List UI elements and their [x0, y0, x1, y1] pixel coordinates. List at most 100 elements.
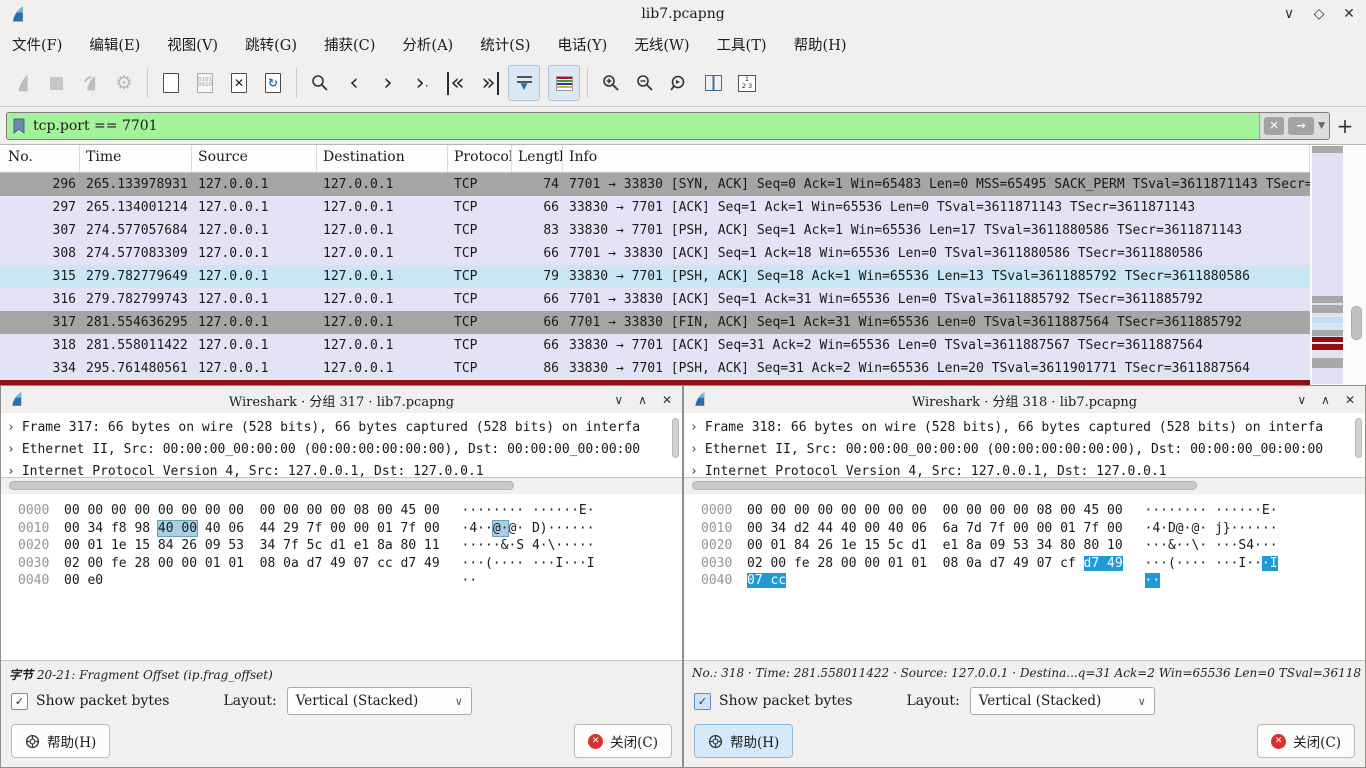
packet-row[interactable]: 297265.134001214127.0.0.1127.0.0.1TCP663… [0, 196, 1310, 219]
packet-cell[interactable]: 127.0.0.1 [192, 219, 317, 242]
packet-list-scroll-thumb[interactable] [1351, 306, 1362, 340]
hex-ascii[interactable]: ·····&·S 4·\····· [462, 538, 595, 553]
packet-cell[interactable]: 66 [512, 288, 563, 311]
packet-cell[interactable]: TCP [448, 196, 512, 219]
packet-cell[interactable]: 127.0.0.1 [317, 242, 448, 265]
packet-row[interactable]: 308274.577083309127.0.0.1127.0.0.1TCP667… [0, 242, 1310, 265]
packet-cell[interactable]: 7701 → 33830 [FIN, ACK] Seq=1 Ack=31 Win… [563, 311, 1310, 334]
packet-cell[interactable]: 127.0.0.1 [192, 357, 317, 380]
packet-cell[interactable]: TCP [448, 173, 512, 196]
menu-analyze[interactable]: 分析(A) [402, 34, 453, 55]
packet-row[interactable]: 307274.577057684127.0.0.1127.0.0.1TCP833… [0, 219, 1310, 242]
packet-row[interactable]: 318281.558011422127.0.0.1127.0.0.1TCP663… [0, 334, 1310, 357]
hex-ascii[interactable]: ·4·D@·@· j}······ [1145, 521, 1278, 536]
packet-row[interactable]: 315279.782779649127.0.0.1127.0.0.1TCP793… [0, 265, 1310, 288]
packet-cell[interactable]: TCP [448, 311, 512, 334]
filter-add-button[interactable]: + [1330, 114, 1360, 138]
packet-cell[interactable]: 66 [512, 196, 563, 219]
hex-bytes[interactable]: 00 e0 [64, 572, 448, 590]
packet-cell[interactable]: 7701 → 33830 [SYN, ACK] Seq=0 Ack=1 Win=… [563, 173, 1310, 196]
hex-line[interactable]: 002000 01 84 26 1e 15 5c d1 e1 8a 09 53 … [701, 537, 1365, 555]
hex-bytes[interactable]: 00 00 00 00 00 00 00 00 00 00 00 00 08 0… [64, 502, 448, 520]
tree-item-ip[interactable]: ›Internet Protocol Version 4, Src: 127.0… [690, 461, 1365, 478]
restart-capture-button[interactable] [74, 65, 106, 101]
packet-cell[interactable]: 127.0.0.1 [192, 334, 317, 357]
expander-icon[interactable]: › [690, 420, 698, 435]
packet-cell[interactable]: 127.0.0.1 [192, 196, 317, 219]
filter-dropdown-icon[interactable]: ▼ [1318, 121, 1325, 131]
tree-scroll-thumb[interactable] [672, 418, 679, 458]
packet-cell[interactable]: 66 [512, 242, 563, 265]
tree-scroll-thumb[interactable] [1355, 418, 1362, 458]
packet-cell[interactable]: TCP [448, 334, 512, 357]
hscroll-thumb[interactable] [9, 481, 514, 490]
hex-line[interactable]: 001000 34 d2 44 40 00 40 06 6a 7d 7f 00 … [701, 520, 1365, 538]
hex-ascii[interactable]: ···(···· ···I···I [462, 556, 595, 571]
zoom-out-button[interactable] [629, 65, 661, 101]
expander-icon[interactable]: › [690, 464, 698, 478]
help-button[interactable]: 帮助(H) [11, 724, 110, 758]
packet-cell[interactable]: 297 [0, 196, 80, 219]
expander-icon[interactable]: › [690, 442, 698, 457]
hex-ascii[interactable]: ·· [1145, 573, 1161, 588]
hex-line[interactable]: 004007 cc·· [701, 572, 1365, 590]
hex-ascii[interactable]: ·· [462, 573, 478, 588]
hex-ascii[interactable]: ········ ······E· [1145, 503, 1278, 518]
packet-cell[interactable]: 265.134001214 [80, 196, 192, 219]
packet-cell[interactable]: 127.0.0.1 [317, 219, 448, 242]
hex-line[interactable]: 000000 00 00 00 00 00 00 00 00 00 00 00 … [18, 502, 682, 520]
hex-line[interactable]: 003002 00 fe 28 00 00 01 01 08 0a d7 49 … [701, 555, 1365, 573]
menu-statistics[interactable]: 统计(S) [480, 34, 530, 55]
resize-columns-button[interactable] [697, 65, 729, 101]
layout-select[interactable]: Vertical (Stacked)∨ [287, 687, 472, 715]
tree-item-ip[interactable]: ›Internet Protocol Version 4, Src: 127.0… [7, 461, 682, 478]
packet-cell[interactable]: 79 [512, 265, 563, 288]
packet-cell[interactable]: 265.133978931 [80, 173, 192, 196]
packet-cell[interactable]: 127.0.0.1 [317, 196, 448, 219]
packet-cell[interactable]: 127.0.0.1 [192, 311, 317, 334]
packet-cell[interactable]: 66 [512, 334, 563, 357]
packet-cell[interactable]: 33830 → 7701 [PSH, ACK] Seq=1 Ack=1 Win=… [563, 219, 1310, 242]
filter-value[interactable]: tcp.port == 7701 [33, 118, 158, 134]
zoom-reset-button[interactable] [663, 65, 695, 101]
packet-cell[interactable]: 7701 → 33830 [ACK] Seq=1 Ack=31 Win=6553… [563, 288, 1310, 311]
go-to-packet-button[interactable]: ›· [406, 65, 438, 101]
open-file-button[interactable] [155, 65, 187, 101]
packet-cell[interactable]: 7701 → 33830 [ACK] Seq=1 Ack=18 Win=6553… [563, 242, 1310, 265]
hex-ascii[interactable]: ···&··\· ···S4··· [1145, 538, 1278, 553]
column-time[interactable]: Time [80, 145, 192, 172]
hex-line[interactable]: 002000 01 1e 15 84 26 09 53 34 7f 5c d1 … [18, 537, 682, 555]
tree-item-frame[interactable]: ›Frame 317: 66 bytes on wire (528 bits),… [7, 417, 682, 439]
expander-icon[interactable]: › [7, 420, 15, 435]
hex-line[interactable]: 000000 00 00 00 00 00 00 00 00 00 00 00 … [701, 502, 1365, 520]
packet-cell[interactable]: 281.558011422 [80, 334, 192, 357]
hex-ascii[interactable]: ·4··@·@· D)······ [462, 521, 595, 536]
menu-telephony[interactable]: 电话(Y) [557, 34, 607, 55]
packet-cell[interactable]: 307 [0, 219, 80, 242]
find-packet-button[interactable] [304, 65, 336, 101]
packet-cell[interactable]: 127.0.0.1 [317, 311, 448, 334]
menu-view[interactable]: 视图(V) [167, 34, 218, 55]
menu-tools[interactable]: 工具(T) [717, 34, 767, 55]
menu-file[interactable]: 文件(F) [12, 34, 62, 55]
packet-cell[interactable]: 33830 → 7701 [PSH, ACK] Seq=18 Ack=1 Win… [563, 265, 1310, 288]
packet-cell[interactable]: 318 [0, 334, 80, 357]
packet-cell[interactable]: 33830 → 7701 [ACK] Seq=1 Ack=1 Win=65536… [563, 196, 1310, 219]
packet-cell[interactable]: 279.782779649 [80, 265, 192, 288]
auto-scroll-button[interactable]: ▼ [508, 65, 540, 101]
hex-bytes[interactable]: 02 00 fe 28 00 00 01 01 08 0a d7 49 07 c… [64, 555, 448, 573]
capture-options-button[interactable]: ⚙ [108, 65, 140, 101]
packet-cell[interactable]: TCP [448, 242, 512, 265]
packet-cell[interactable]: 127.0.0.1 [317, 334, 448, 357]
packet-row[interactable]: 296265.133978931127.0.0.1127.0.0.1TCP747… [0, 173, 1310, 196]
display-filter-field[interactable]: tcp.port == 7701 ✕ → ▼ [6, 112, 1330, 140]
tree-item-ethernet[interactable]: ›Ethernet II, Src: 00:00:00_00:00:00 (00… [7, 439, 682, 461]
hex-bytes[interactable]: 00 34 f8 98 40 00 40 06 44 29 7f 00 00 0… [64, 520, 448, 538]
hex-bytes[interactable]: 00 00 00 00 00 00 00 00 00 00 00 00 08 0… [747, 502, 1131, 520]
packet-list-minimap[interactable] [1312, 146, 1343, 384]
show-packet-bytes-checkbox[interactable]: ✓ [694, 693, 711, 710]
minimize-icon[interactable]: ∨ [614, 393, 623, 407]
hex-line[interactable]: 003002 00 fe 28 00 00 01 01 08 0a d7 49 … [18, 555, 682, 573]
last-packet-button[interactable]: » [474, 65, 506, 101]
maximize-icon[interactable]: ∧ [638, 393, 647, 407]
